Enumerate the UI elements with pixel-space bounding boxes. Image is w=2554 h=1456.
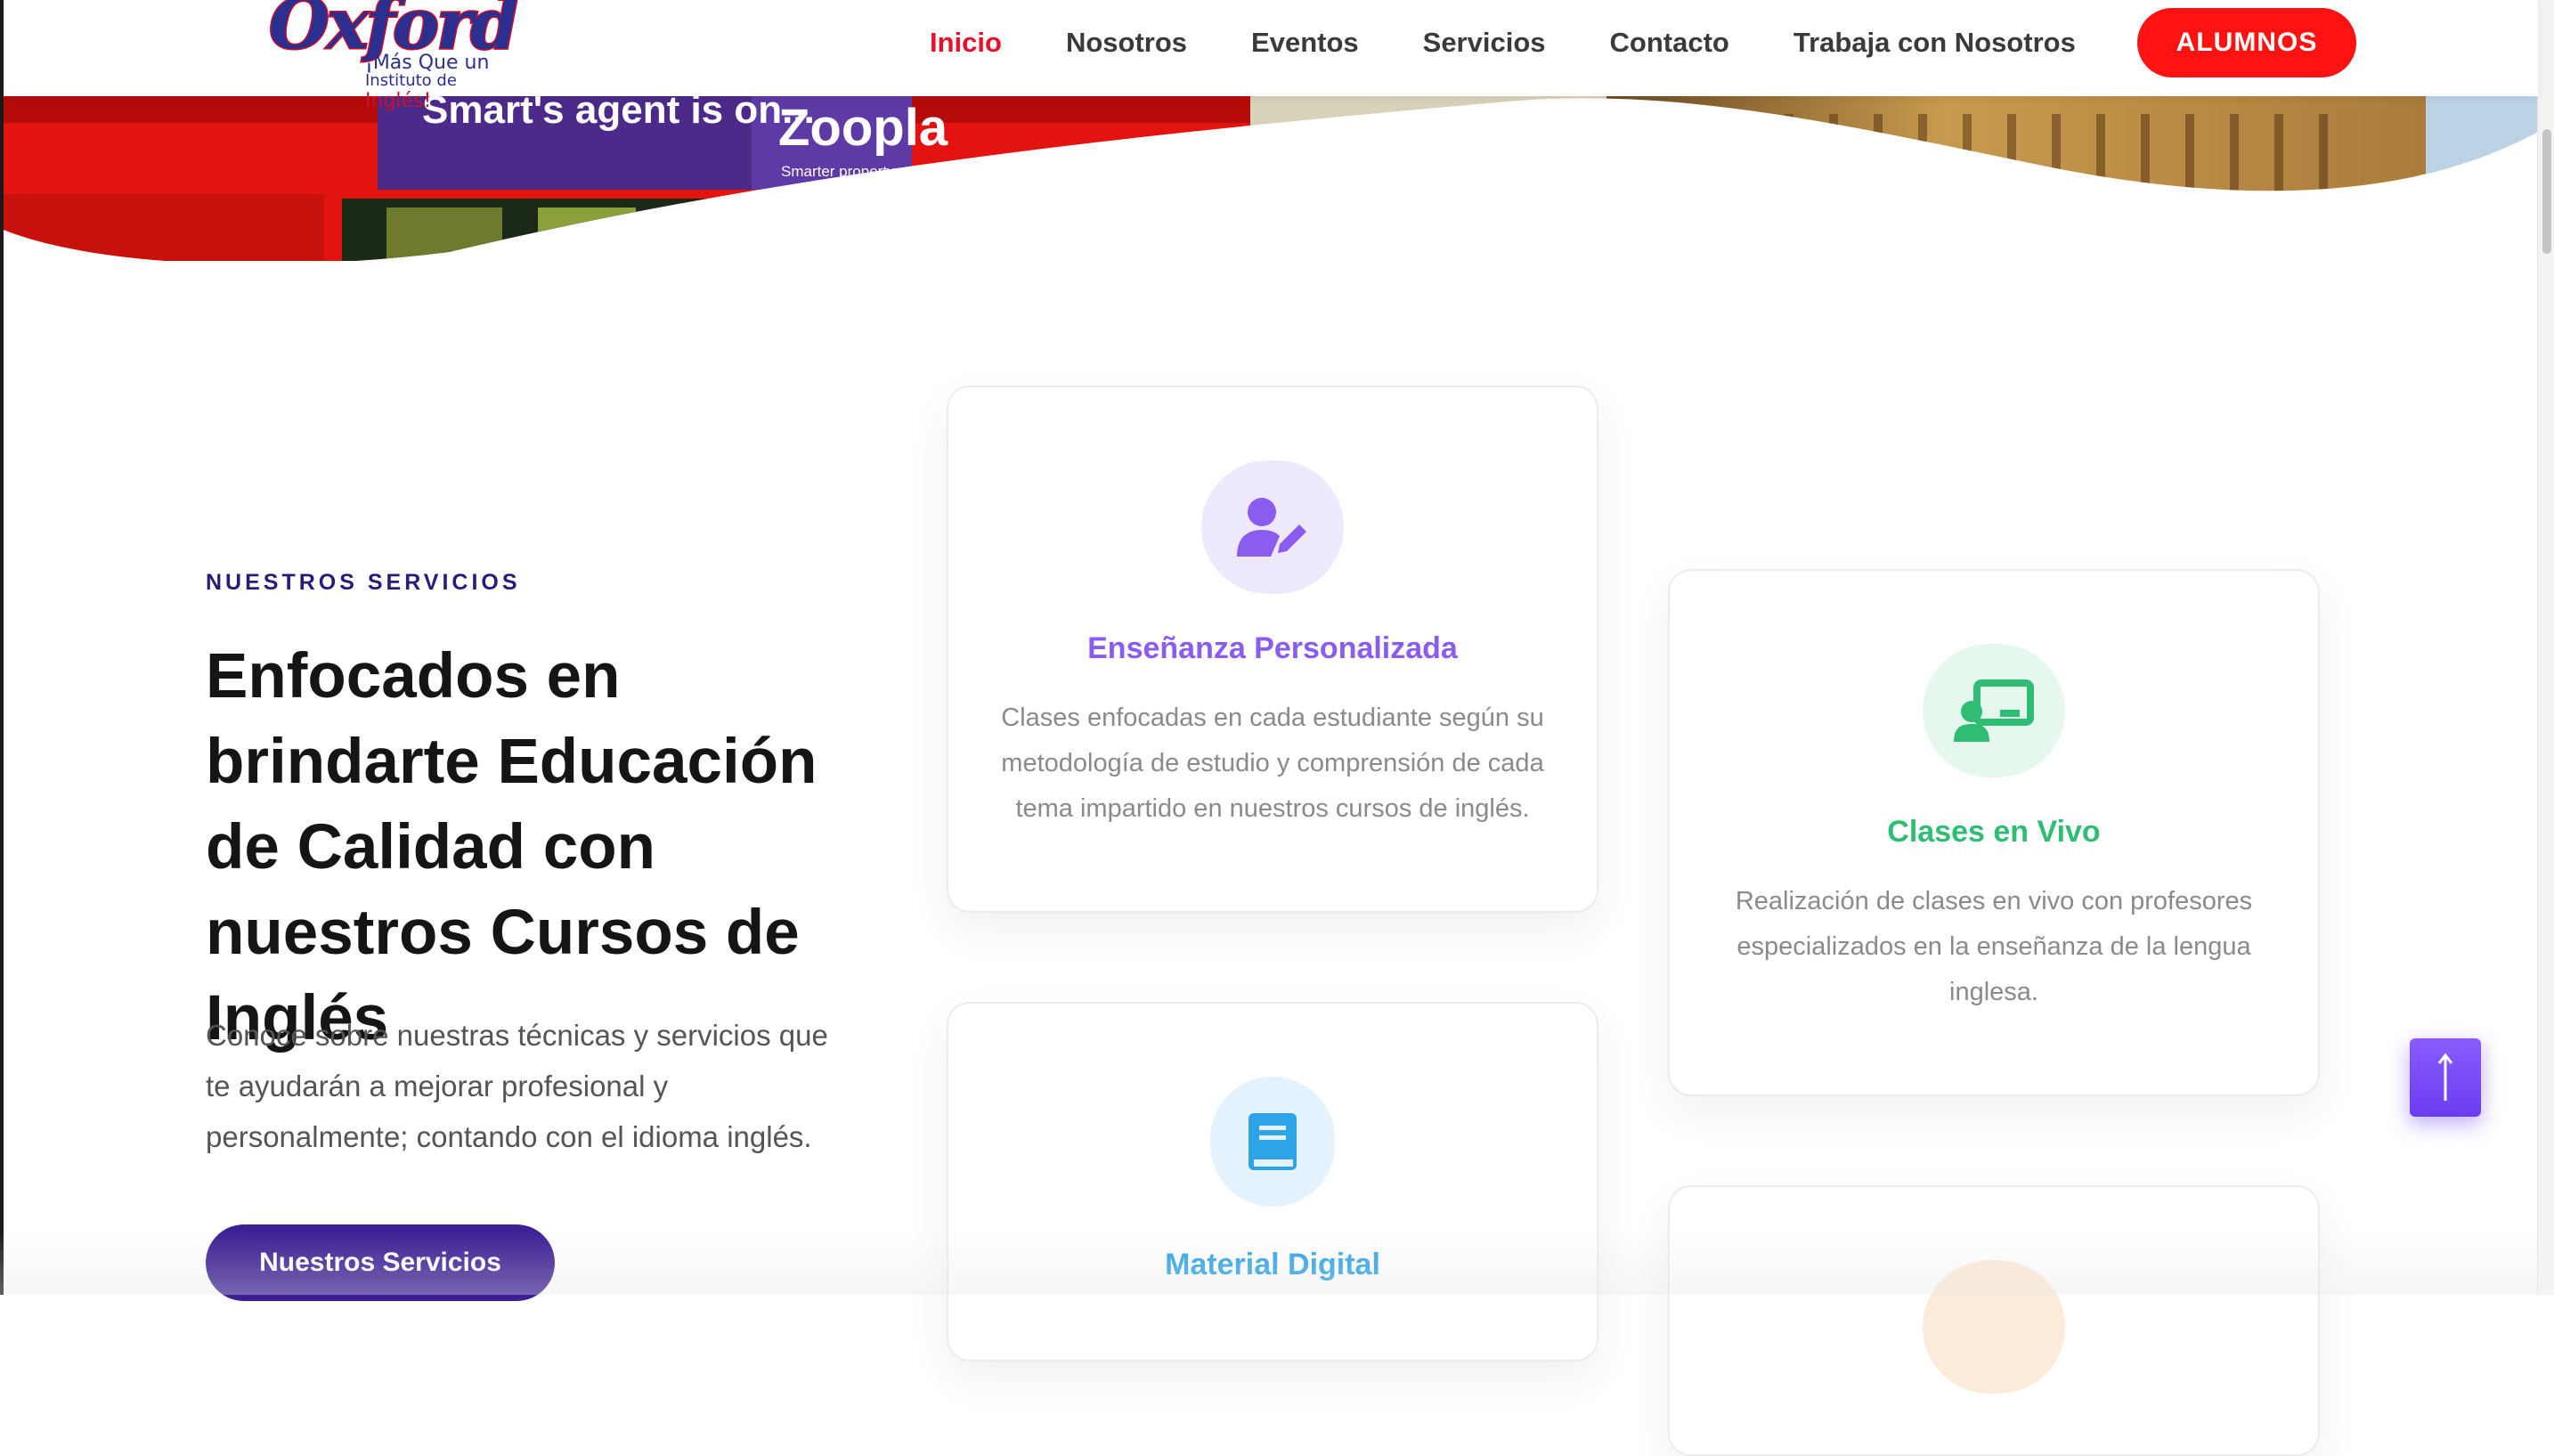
card-title: Clases en Vivo bbox=[1887, 815, 2101, 849]
hero-image: Smart's agent is on... Zoopla Smarter pr… bbox=[4, 96, 2538, 261]
scrollbar[interactable] bbox=[2537, 0, 2554, 1295]
service-icon bbox=[1923, 1260, 2065, 1394]
service-card-ensenanza[interactable]: Enseñanza Personalizada Clases enfocadas… bbox=[947, 386, 1598, 913]
hero-banner-sub: Smarter property search bbox=[781, 163, 944, 180]
site-header: Oxford ¡Más Que un Instituto de Inglés! … bbox=[4, 0, 2538, 112]
user-edit-icon bbox=[1201, 460, 1344, 594]
card-title: Enseñanza Personalizada bbox=[1087, 631, 1458, 665]
section-lede: Conoce sobre nuestras técnicas y servici… bbox=[206, 1019, 828, 1153]
alumnos-button[interactable]: ALUMNOS bbox=[2137, 8, 2356, 77]
service-card-material-digital[interactable]: Material Digital bbox=[947, 1002, 1598, 1362]
nav-eventos[interactable]: Eventos bbox=[1251, 27, 1359, 59]
section-eyebrow: NUESTROS SERVICIOS bbox=[206, 570, 521, 595]
nav-servicios[interactable]: Servicios bbox=[1423, 27, 1546, 59]
card-title: Material Digital bbox=[1165, 1248, 1380, 1281]
chalkboard-teacher-icon bbox=[1923, 644, 2065, 777]
arrow-up-icon bbox=[2437, 1053, 2453, 1101]
nuestros-servicios-button[interactable]: Nuestros Servicios bbox=[206, 1224, 555, 1301]
logo-tagline-prefix: Instituto de bbox=[365, 71, 457, 90]
logo-tagline-accent: Inglés! bbox=[365, 90, 432, 112]
card-text: Clases enfocadas en cada estudiante segú… bbox=[1001, 704, 1544, 823]
nav-nosotros[interactable]: Nosotros bbox=[1066, 27, 1187, 59]
scrollbar-thumb[interactable] bbox=[2542, 129, 2551, 254]
service-card-4[interactable] bbox=[1668, 1185, 2320, 1456]
main-nav: Inicio Nosotros Eventos Servicios Contac… bbox=[930, 0, 2140, 85]
scroll-to-top-button[interactable] bbox=[2410, 1038, 2481, 1117]
logo-tagline-2: Instituto de Inglés! bbox=[365, 71, 509, 112]
nav-contacto[interactable]: Contacto bbox=[1610, 27, 1729, 59]
nav-trabaja-con-nosotros[interactable]: Trabaja con Nosotros bbox=[1793, 27, 2076, 59]
section-headline: Enfocados en brindarte Educación de Cali… bbox=[206, 641, 817, 1053]
nav-inicio[interactable]: Inicio bbox=[930, 27, 1002, 59]
hero-banner-brand: Zoopla bbox=[778, 99, 948, 157]
book-icon bbox=[1210, 1077, 1335, 1207]
card-text: Realización de clases en vivo con profes… bbox=[1735, 887, 2253, 1006]
service-card-clases-en-vivo[interactable]: Clases en Vivo Realización de clases en … bbox=[1668, 569, 2320, 1096]
brand-logo[interactable]: Oxford ¡Más Que un Instituto de Inglés! bbox=[268, 0, 521, 112]
